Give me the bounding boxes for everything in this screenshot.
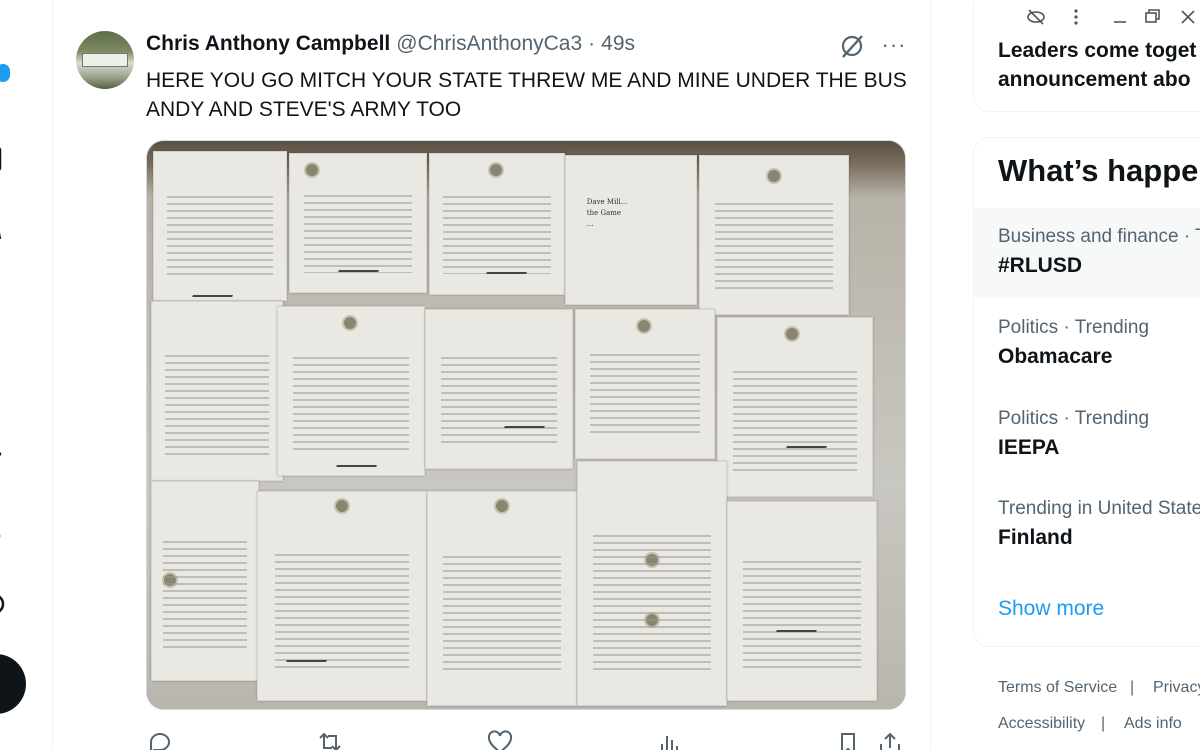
tweet-image[interactable]: Dave Mill... the Game... bbox=[146, 140, 906, 710]
trend-context: Politics · Trending bbox=[998, 408, 1150, 429]
grok-nav-icon[interactable] bbox=[0, 215, 20, 243]
tweet-actions bbox=[146, 730, 926, 750]
document bbox=[429, 153, 565, 295]
messages-icon[interactable] bbox=[0, 144, 20, 172]
trend-title: #RLUSD bbox=[998, 254, 1083, 277]
handwritten-note: Dave Mill... the Game... bbox=[565, 155, 697, 305]
document bbox=[699, 155, 849, 315]
profile-icon[interactable] bbox=[0, 522, 20, 550]
trend-title: Obamacare bbox=[998, 345, 1113, 368]
document bbox=[427, 491, 577, 706]
avatar[interactable] bbox=[76, 31, 134, 89]
privacy-link[interactable]: Privacy bbox=[1153, 679, 1200, 697]
document bbox=[727, 501, 877, 701]
document bbox=[151, 481, 259, 681]
tweet-header: Chris Anthony Campbell @ChrisAnthonyCa3 … bbox=[146, 32, 635, 60]
like-icon[interactable] bbox=[486, 730, 514, 750]
views-icon[interactable] bbox=[656, 730, 684, 750]
document bbox=[289, 153, 427, 293]
column-divider bbox=[930, 0, 931, 750]
document bbox=[575, 309, 715, 459]
notification-badge bbox=[0, 64, 10, 82]
left-navigation bbox=[0, 0, 40, 750]
author-name[interactable]: Chris Anthony Campbell bbox=[146, 32, 390, 56]
trend-context: Politics · Trending bbox=[998, 317, 1150, 338]
document bbox=[153, 151, 287, 301]
grok-icon[interactable] bbox=[838, 32, 866, 60]
more-options-icon[interactable] bbox=[0, 590, 20, 618]
header-separator: · bbox=[588, 32, 596, 55]
trend-item[interactable]: Politics · Trending IEEPA bbox=[974, 390, 1200, 480]
footer-separator: | bbox=[1130, 679, 1135, 696]
author-handle[interactable]: @ChrisAnthonyCa3 bbox=[396, 32, 582, 56]
document bbox=[577, 461, 727, 706]
trend-context: Business and finance · T bbox=[998, 226, 1200, 247]
handwritten-text: Dave Mill... the Game... bbox=[586, 198, 628, 229]
app-window: Chris Anthony Campbell @ChrisAnthonyCa3 … bbox=[0, 0, 1200, 750]
bookmark-icon[interactable] bbox=[834, 730, 862, 750]
trend-title: Finland bbox=[998, 526, 1073, 549]
accessibility-link[interactable]: Accessibility bbox=[998, 715, 1085, 733]
timestamp[interactable]: 49s bbox=[601, 32, 635, 56]
trend-item[interactable]: Business and finance · T #RLUSD bbox=[974, 208, 1200, 298]
post-button[interactable] bbox=[0, 654, 26, 714]
tweet-text: HERE YOU GO MITCH YOUR STATE THREW ME AN… bbox=[146, 69, 907, 121]
document bbox=[151, 301, 283, 481]
document bbox=[277, 306, 425, 476]
reply-icon[interactable] bbox=[146, 730, 174, 750]
show-more-link[interactable]: Show more bbox=[998, 597, 1104, 621]
tweet-article[interactable]: Chris Anthony Campbell @ChrisAnthonyCa3 … bbox=[52, 0, 930, 750]
more-icon[interactable]: ··· bbox=[879, 32, 909, 60]
ads-info-link[interactable]: Ads info bbox=[1124, 715, 1182, 733]
document bbox=[257, 491, 427, 701]
terms-link[interactable]: Terms of Service bbox=[998, 679, 1117, 697]
trend-item[interactable]: Trending in United State Finland bbox=[974, 480, 1200, 570]
whats-happening-title: What’s happen bbox=[998, 153, 1200, 188]
retweet-icon[interactable] bbox=[316, 730, 344, 750]
document bbox=[425, 309, 573, 469]
news-card-text[interactable]: Leaders come toget announcement abo bbox=[998, 36, 1200, 94]
nav-icon[interactable] bbox=[0, 440, 20, 468]
share-icon[interactable] bbox=[876, 730, 904, 750]
document bbox=[717, 317, 873, 497]
footer-separator: | bbox=[1101, 715, 1106, 732]
trend-context: Trending in United State bbox=[998, 498, 1200, 519]
trend-title: IEEPA bbox=[998, 436, 1060, 459]
trend-item[interactable]: Politics · Trending Obamacare bbox=[974, 299, 1200, 389]
